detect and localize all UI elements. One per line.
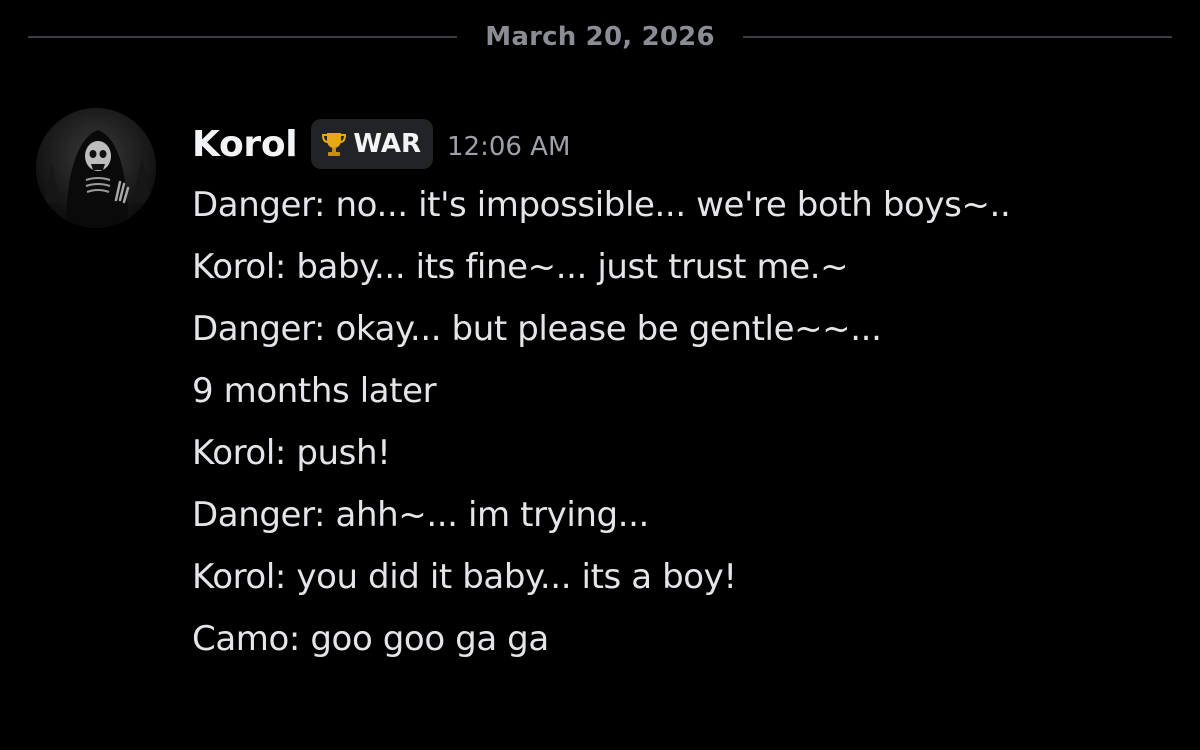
date-divider: March 20, 2026	[28, 16, 1172, 58]
message-line: 9 months later	[192, 371, 437, 411]
message-line: Danger: ahh~... im trying...	[192, 495, 649, 535]
message-line: Danger: no... it's impossible... we're b…	[192, 185, 1011, 225]
message-line: Korol: you did it baby... its a boy!	[192, 557, 737, 597]
message-line: Korol: baby... its fine~... just trust m…	[192, 247, 849, 287]
guild-tag-label: WAR	[353, 129, 421, 159]
divider-line-right	[742, 36, 1172, 38]
divider-date: March 20, 2026	[485, 22, 715, 52]
message-line: Korol: push!	[192, 433, 391, 473]
guild-tag[interactable]: WAR	[311, 119, 433, 169]
grim-reaper-avatar-icon	[36, 108, 156, 228]
message-line: Camo: goo goo ga ga	[192, 619, 549, 659]
message-header: Korol WAR 12:06 AM	[192, 114, 1172, 174]
user-avatar[interactable]	[36, 108, 156, 228]
divider-line-left	[28, 36, 458, 38]
message-body: Danger: no... it's impossible... we're b…	[192, 174, 1172, 670]
message-timestamp[interactable]: 12:06 AM	[447, 132, 570, 162]
trophy-icon	[322, 133, 347, 156]
message-line: Danger: okay... but please be gentle~~..…	[192, 309, 882, 349]
author-name[interactable]: Korol	[192, 124, 298, 165]
message-content: Korol WAR 12:06 AM Danger: no... it's im…	[192, 114, 1172, 670]
